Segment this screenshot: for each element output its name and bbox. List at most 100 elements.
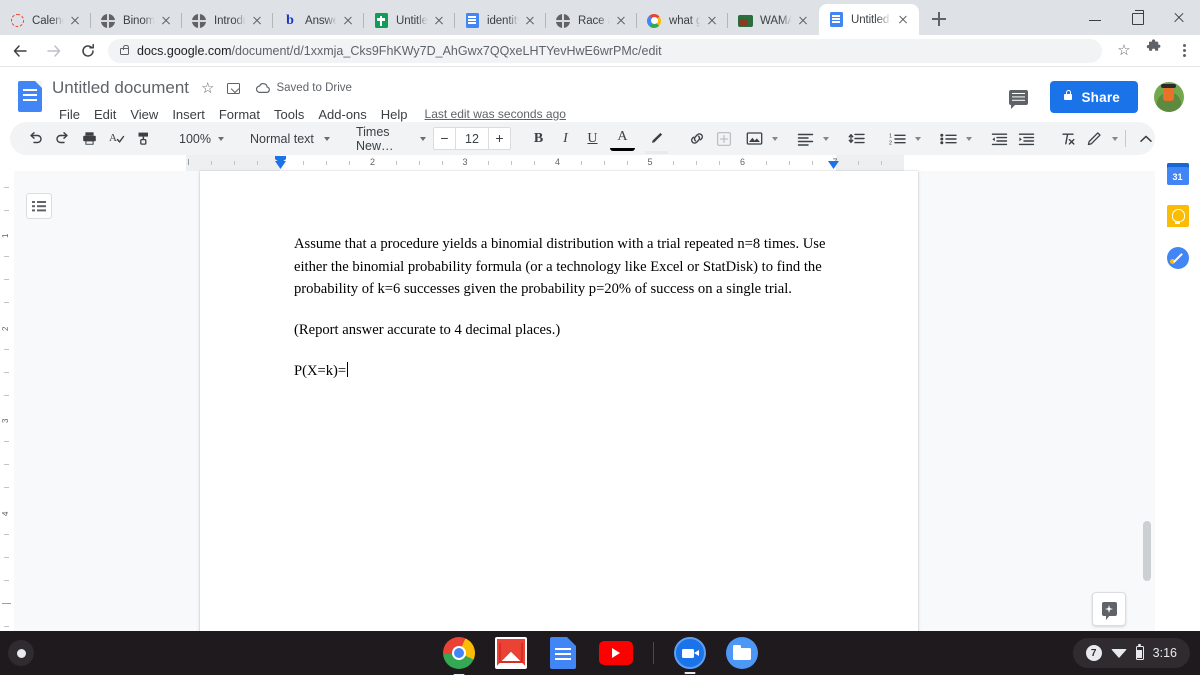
calendar-icon[interactable]: 31 — [1166, 163, 1189, 185]
menu-item-insert[interactable]: Insert — [165, 105, 212, 124]
bold-button[interactable]: B — [526, 126, 551, 151]
insert-image-icon[interactable] — [742, 126, 767, 151]
italic-button[interactable]: I — [553, 126, 578, 151]
browser-tab[interactable]: Introduction to — [182, 6, 273, 35]
star-icon[interactable]: ☆ — [1110, 37, 1138, 65]
chevron-down-icon[interactable] — [914, 136, 921, 141]
close-icon[interactable] — [613, 13, 629, 29]
explore-button[interactable] — [1092, 592, 1126, 626]
underline-button[interactable]: U — [580, 126, 605, 151]
chevron-down-icon[interactable] — [965, 136, 972, 141]
new-tab-button[interactable] — [925, 5, 953, 33]
back-arrow-icon[interactable] — [6, 37, 34, 65]
chevron-down-icon[interactable] — [771, 136, 778, 141]
menu-item-tools[interactable]: Tools — [267, 105, 311, 124]
document-scrollbar[interactable] — [1143, 171, 1151, 631]
browser-tab[interactable]: Race and — [546, 6, 637, 35]
undo-icon[interactable] — [23, 126, 48, 151]
chrome-icon[interactable] — [442, 637, 475, 675]
increase-indent-icon[interactable] — [1014, 126, 1039, 151]
close-icon[interactable] — [158, 13, 174, 29]
meet-icon[interactable] — [673, 637, 706, 674]
menu-item-help[interactable]: Help — [374, 105, 415, 124]
chevron-down-icon[interactable] — [1111, 136, 1118, 141]
font-size-stepper[interactable]: − 12 + — [432, 127, 511, 150]
document-title[interactable]: Untitled document — [52, 78, 189, 98]
close-icon[interactable] — [704, 13, 720, 29]
document-page[interactable]: Assume that a procedure yields a binomia… — [200, 171, 918, 646]
puzzle-icon[interactable] — [1140, 37, 1168, 65]
files-icon[interactable] — [725, 637, 758, 669]
close-icon[interactable] — [249, 13, 265, 29]
menu-item-edit[interactable]: Edit — [87, 105, 123, 124]
share-button[interactable]: Share — [1050, 81, 1138, 113]
font-size-value[interactable]: 12 — [456, 132, 488, 146]
text-color-button[interactable]: A — [609, 126, 635, 151]
hide-menus-chevron-up-icon[interactable] — [1134, 126, 1159, 151]
decrease-indent-icon[interactable] — [987, 126, 1012, 151]
address-bar[interactable]: docs.google.com/document/d/1xxmja_Cks9Fh… — [108, 38, 1102, 63]
menu-item-add-ons[interactable]: Add-ons — [311, 105, 373, 124]
browser-tab[interactable]: BinomialProbability — [91, 6, 182, 35]
font-size-increase-button[interactable]: + — [489, 128, 510, 149]
browser-tab[interactable]: what generation — [637, 6, 728, 35]
numbered-list-icon[interactable]: 12 — [885, 126, 910, 151]
browser-tab[interactable]: Calendar — [0, 6, 91, 35]
star-icon[interactable]: ☆ — [201, 81, 214, 96]
battery-icon[interactable] — [1135, 643, 1144, 660]
editing-mode-icon[interactable] — [1082, 126, 1107, 151]
bulleted-list-icon[interactable] — [936, 126, 961, 151]
clear-formatting-icon[interactable] — [1055, 126, 1080, 151]
youtube-icon[interactable] — [598, 641, 633, 665]
horizontal-ruler[interactable]: 1234567 — [0, 155, 1155, 171]
kebab-menu-icon[interactable] — [1170, 37, 1198, 65]
highlight-color-icon[interactable] — [644, 126, 669, 154]
browser-tab[interactable]: identity without — [455, 6, 546, 35]
vertical-ruler[interactable]: 1 2 3 4 — [0, 171, 14, 631]
close-icon[interactable] — [522, 13, 538, 29]
keep-icon[interactable] — [1166, 205, 1189, 227]
font-size-decrease-button[interactable]: − — [434, 128, 455, 149]
menu-item-file[interactable]: File — [52, 105, 87, 124]
notification-count-badge[interactable]: 7 — [1085, 645, 1102, 661]
maximize-icon[interactable] — [1116, 2, 1158, 34]
document-outline-toggle[interactable] — [26, 193, 52, 219]
close-icon[interactable] — [340, 13, 356, 29]
scrollbar-thumb[interactable] — [1143, 521, 1151, 581]
close-icon[interactable] — [895, 12, 911, 28]
menu-item-view[interactable]: View — [123, 105, 165, 124]
chevron-down-icon[interactable] — [822, 136, 829, 141]
menu-item-format[interactable]: Format — [212, 105, 267, 124]
document-body[interactable]: Assume that a procedure yields a binomia… — [294, 233, 850, 402]
browser-tab[interactable]: WAMAP Assessment — [728, 6, 819, 35]
system-tray[interactable]: 7 3:16 — [1072, 638, 1190, 668]
tasks-icon[interactable] — [1166, 247, 1189, 269]
browser-tab[interactable]: b Answered: Assume — [273, 6, 364, 35]
zoom-select[interactable]: 100% — [171, 126, 228, 151]
docs-icon[interactable] — [549, 637, 576, 669]
paragraph-style-select[interactable]: Normal text — [242, 126, 334, 151]
save-status[interactable]: Saved to Drive — [254, 82, 352, 94]
avatar[interactable] — [1154, 82, 1184, 112]
gmail-icon[interactable] — [494, 637, 527, 669]
redo-icon[interactable] — [50, 126, 75, 151]
launcher-button[interactable] — [8, 640, 34, 666]
close-icon[interactable] — [67, 13, 83, 29]
minimize-icon[interactable] — [1074, 2, 1116, 34]
last-edit-link[interactable]: Last edit was seconds ago — [425, 107, 566, 121]
close-icon[interactable] — [795, 13, 811, 29]
close-icon[interactable] — [431, 13, 447, 29]
paint-format-icon[interactable] — [131, 126, 156, 151]
browser-tab[interactable]: Untitled document — [819, 4, 919, 35]
comment-history-icon[interactable] — [1009, 89, 1029, 109]
spelling-check-icon[interactable]: A — [104, 126, 129, 151]
align-icon[interactable] — [793, 126, 818, 151]
insert-link-icon[interactable] — [685, 126, 710, 151]
wifi-icon[interactable] — [1110, 648, 1127, 658]
reload-icon[interactable] — [74, 37, 102, 65]
forward-arrow-icon[interactable] — [40, 37, 68, 65]
browser-tab[interactable]: Untitled spreadsheet — [364, 6, 455, 35]
print-icon[interactable] — [77, 126, 102, 151]
clock-label[interactable]: 3:16 — [1153, 646, 1177, 660]
move-to-folder-icon[interactable] — [227, 82, 241, 94]
